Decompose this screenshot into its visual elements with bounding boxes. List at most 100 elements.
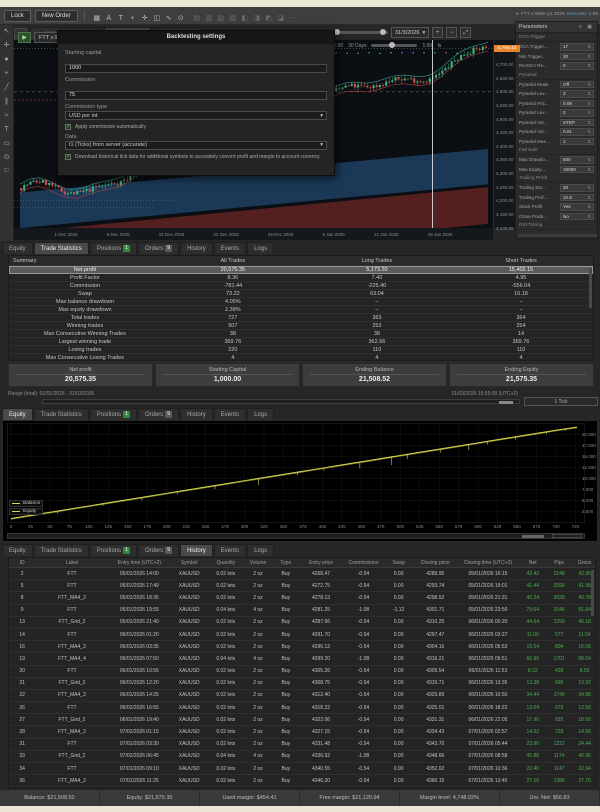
stepper-icon[interactable]: ⇅ [588,54,591,59]
param-value-input[interactable]: 2⇅ [560,109,594,117]
channel-tool-icon[interactable]: ∥ [5,98,9,105]
param-value-input[interactable]: 10000⇅ [560,166,594,174]
parameters-scrollbar[interactable] [518,234,597,237]
stats-row[interactable]: Losing trades220110110 [9,346,593,354]
chart-type-icon[interactable]: ▦ [91,14,103,22]
range-end-date[interactable]: 31/3/2026 ▾ [391,27,429,38]
param-value-input[interactable]: 22.5⇅ [560,194,594,202]
param-value-input[interactable]: 20⇅ [560,53,594,61]
tab-positions[interactable]: Positions1 [90,242,137,254]
tab-orders[interactable]: Orders9 [138,408,179,420]
history-row[interactable]: 27FTT_Grid_206/01/2026 19:40XAUUSD0.02 l… [9,714,595,726]
flag-tool-icon[interactable]: ⚐ [3,168,9,175]
tab-history[interactable]: History [180,242,213,254]
param-value-input[interactable]: 500⇅ [560,156,594,164]
circle-tool-icon[interactable]: ⊙ [4,154,10,161]
tab-trade-statistics[interactable]: Trade Statistics [34,242,89,254]
stepper-icon[interactable]: ⇅ [588,120,591,125]
stats-row[interactable]: Max balance drawdown4.05%–– [9,298,593,306]
pin-icon[interactable]: ▣ [587,24,594,30]
tick-mode-select[interactable]: 1 Tick [524,397,598,406]
stats-row[interactable]: Profit Factor8.367.404.95 [9,274,593,282]
history-row[interactable]: 8FTT_MA4_205/01/2026 18:35XAUUSD0.02 lot… [9,592,595,604]
stepper-icon[interactable]: ⇅ [588,82,591,87]
zoom-in-button[interactable]: + [432,27,443,38]
param-value-input[interactable]: 0.09⇅ [560,100,594,108]
crosshair-tool-icon[interactable]: ✛ [4,42,10,49]
equity-scroll-thumb[interactable] [522,535,544,538]
data-source-select[interactable]: t1 (Ticks) from server (accurate) ▾ [65,141,327,150]
stepper-icon[interactable]: ⇅ [588,129,591,134]
stats-row[interactable]: Max Consecutive Winning Trades383814 [9,330,593,338]
history-row[interactable]: 9FTT05/01/2026 19:55XAUUSD0.04 lots4 ozB… [9,605,595,617]
equity-scrollbar[interactable] [7,533,585,539]
tab-orders[interactable]: Orders9 [138,544,179,556]
equity-chart-panel[interactable]: 20,00017,50015,00012,50010,0007,5005,000… [2,420,598,542]
new-order-button[interactable]: New Order [35,10,78,22]
stats-row[interactable]: Commission-781.44-225.40-556.04 [9,282,593,290]
history-row[interactable]: 14FTT06/01/2026 01:20XAUUSD0.02 lots2 oz… [9,629,595,641]
history-row[interactable]: 21FTT_Grid_206/01/2026 12:20XAUUSD0.02 l… [9,678,595,690]
tab-orders[interactable]: Orders9 [138,242,179,254]
apply-commission-checkbox[interactable]: ✓ [65,124,71,130]
param-value-input[interactable]: 17⇅ [560,43,594,51]
zoom-out-button[interactable]: − [446,27,457,38]
tab-positions[interactable]: Positions1 [90,408,137,420]
history-row[interactable]: 33FTT_Grid_207/01/2026 06:45XAUUSD0.04 l… [9,751,595,763]
history-row[interactable]: 2FTT05/01/2026 14:00XAUUSD0.02 lots2 ozB… [9,568,595,580]
param-value-input[interactable]: 0⇅ [560,62,594,70]
param-value-input[interactable]: 0.01⇅ [560,128,594,136]
dot-tool-icon[interactable]: ● [4,56,8,63]
text-tool-icon[interactable]: A [103,15,115,22]
tab-history[interactable]: History [180,544,213,556]
history-row[interactable]: 31FTT07/01/2026 03:30XAUUSD0.02 lots2 oz… [9,739,595,751]
tab-trade-statistics[interactable]: Trade Statistics [34,544,89,556]
date-axis[interactable]: 1 Dec 20258 Dec 202515 Dec 202522 Dec 20… [14,228,493,240]
starting-capital-input[interactable] [65,64,327,73]
history-row[interactable]: 13FTT_Grid_205/01/2026 21:40XAUUSD0.02 l… [9,617,595,629]
tab-equity[interactable]: Equity [2,408,33,420]
equity-chart-canvas[interactable] [7,423,585,523]
progress-thumb[interactable] [499,401,513,404]
tab-equity[interactable]: Equity [2,242,33,254]
param-value-input[interactable]: No⇅ [560,213,594,221]
snapshot-icon[interactable]: ⊙ [175,14,187,22]
stepper-icon[interactable]: ⇅ [588,101,591,106]
history-row[interactable]: 26FTT06/01/2026 16:55XAUUSD0.02 lots2 oz… [9,702,595,714]
lock-button[interactable]: Lock [4,10,31,22]
history-row[interactable]: 28FTT_MA4_207/01/2026 01:15XAUUSD0.02 lo… [9,726,595,738]
backtest-window[interactable]: 30 Days [348,43,366,49]
expand-button[interactable]: ⤢ [460,27,471,38]
pointer-tool-icon[interactable]: ↖ [4,28,10,35]
stats-row[interactable]: Largest winning trade369.76362.66369.76 [9,338,593,346]
stats-row[interactable]: Max equity drawdown2.38%–– [9,306,593,314]
range-end-handle[interactable] [380,29,386,35]
crosshair-icon[interactable]: ✛ [139,14,151,22]
tab-history[interactable]: History [180,408,213,420]
tab-events[interactable]: Events [214,544,246,556]
stats-row[interactable]: Max Consecutive Losing Trades444 [9,354,593,362]
stepper-icon[interactable]: ⇅ [588,157,591,162]
stats-row[interactable]: Swap73.2263.0410.18 [9,290,593,298]
tab-events[interactable]: Events [214,408,246,420]
history-row[interactable]: 19FTT_MA4_406/01/2026 07:50XAUUSD0.04 lo… [9,653,595,665]
rectangle-tool-icon[interactable]: ▭ [3,140,10,147]
add-indicator-icon[interactable]: + [127,15,139,22]
history-row[interactable]: 20FTT06/01/2026 10:55XAUUSD0.02 lots2 oz… [9,666,595,678]
trendline-tool-icon[interactable]: ╱ [4,84,8,91]
tab-equity[interactable]: Equity [2,544,33,556]
stats-row[interactable]: Winning trades507253254 [9,322,593,330]
annotation-icon[interactable]: T [115,15,127,22]
stepper-icon[interactable]: ⇅ [588,204,591,209]
commission-type-select[interactable]: USD per lot ▾ [65,111,327,120]
stepper-icon[interactable]: ⇅ [588,63,591,68]
stepper-icon[interactable]: ⇅ [588,91,591,96]
stepper-icon[interactable]: ⇅ [588,185,591,190]
param-value-input[interactable]: Yes⇅ [560,203,594,211]
stats-row[interactable]: Total trades727363364 [9,314,593,322]
stepper-icon[interactable]: ⇅ [588,167,591,172]
text-label-tool-icon[interactable]: T [4,126,8,133]
stepper-icon[interactable]: ⇅ [588,195,591,200]
tab-events[interactable]: Events [214,242,246,254]
stepper-icon[interactable]: ⇅ [588,44,591,49]
